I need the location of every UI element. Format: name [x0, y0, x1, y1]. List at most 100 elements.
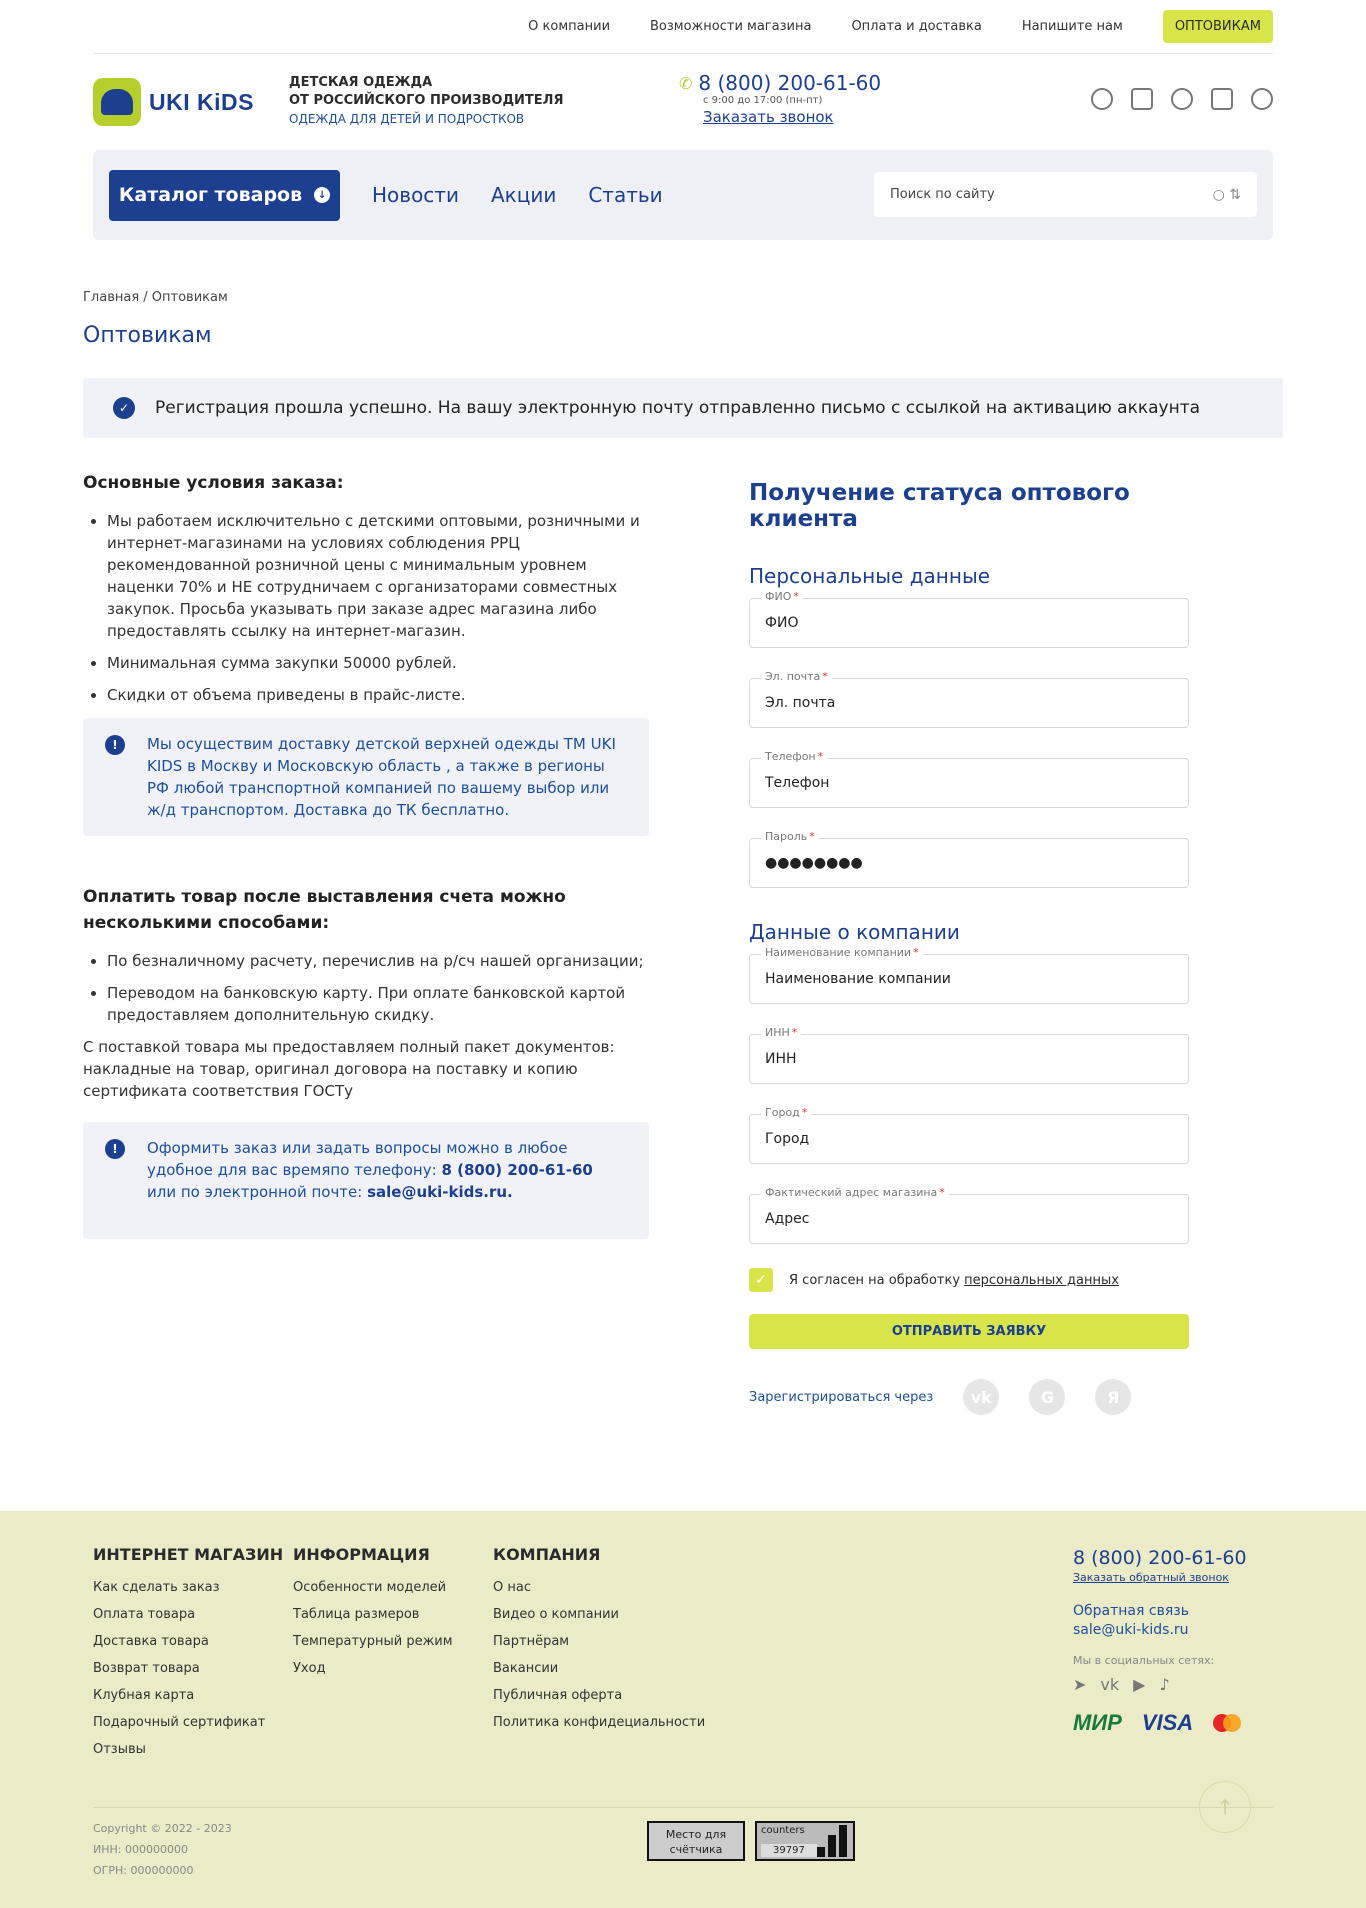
footer-link[interactable]: О нас: [493, 1574, 705, 1601]
company-input[interactable]: [749, 954, 1189, 1004]
footer-callback-link[interactable]: Заказать обратный звонок: [1073, 1571, 1247, 1584]
footer-link[interactable]: Видео о компании: [493, 1601, 705, 1628]
footer-link[interactable]: Подарочный сертификат: [93, 1709, 283, 1736]
tagline-line3: ОДЕЖДА ДЛЯ ДЕТЕЙ И ПОДРОСТКОВ: [289, 112, 525, 126]
footer-col-title: ИНФОРМАЦИЯ: [293, 1545, 430, 1564]
page-title: Оптовикам: [83, 323, 212, 348]
inn-input[interactable]: [749, 1034, 1189, 1084]
password-label: Пароль: [765, 830, 808, 843]
user-icon[interactable]: [1251, 88, 1273, 110]
footer-link[interactable]: Клубная карта: [93, 1682, 283, 1709]
phone-field: Телефон *: [749, 750, 1189, 808]
company-label: Наименование компании: [765, 946, 912, 959]
footer-divider: [93, 1807, 1273, 1808]
conditions-list: Мы работаем исключительно с детскими опт…: [83, 510, 649, 706]
callback-link[interactable]: Заказать звонок: [703, 108, 834, 126]
vk-icon[interactable]: vk: [963, 1379, 1000, 1415]
arrow-down-circle-icon: ↓: [314, 187, 331, 203]
vk-icon[interactable]: vk: [1100, 1675, 1119, 1694]
scroll-to-top-button[interactable]: ↑: [1199, 1781, 1251, 1833]
nav-news[interactable]: Новости: [372, 183, 459, 207]
footer-legal: Copyright © 2022 - 2023 ИНН: 000000000 О…: [93, 1818, 232, 1881]
footer-link[interactable]: Температурный режим: [293, 1628, 453, 1655]
personal-data-link[interactable]: персональных данных: [964, 1273, 1119, 1288]
footer-phone[interactable]: 8 (800) 200-61-60: [1073, 1547, 1247, 1569]
city-field: Город *: [749, 1106, 1189, 1164]
topnav-features[interactable]: Возможности магазина: [650, 19, 811, 34]
yandex-icon[interactable]: Я: [1095, 1379, 1132, 1415]
name-field: ФИО *: [749, 590, 1189, 648]
visit-counter[interactable]: counters 39797: [755, 1821, 855, 1861]
footer-link[interactable]: Оплата товара: [93, 1601, 283, 1628]
tiktok-icon[interactable]: ♪: [1159, 1675, 1169, 1694]
youtube-icon[interactable]: ▶: [1133, 1675, 1145, 1694]
phone-block: ✆ 8 (800) 200-61-60 с 9:00 до 17:00 (пн-п…: [679, 71, 881, 126]
footer-link[interactable]: Вакансии: [493, 1655, 705, 1682]
header-icons: [1091, 88, 1273, 110]
footer-email[interactable]: sale@uki-kids.ru: [1073, 1621, 1247, 1640]
email-input[interactable]: [749, 678, 1189, 728]
logo[interactable]: UKI KiDS: [93, 78, 289, 126]
heart-icon[interactable]: [1171, 88, 1193, 110]
contact-phone-link[interactable]: 8 (800) 200-61-60: [441, 1161, 592, 1179]
list-item: Переводом на банковскую карту. При оплат…: [107, 982, 649, 1026]
sort-icon[interactable]: ⇅: [1229, 187, 1241, 203]
counter-placeholder: Место для счётчика: [647, 1821, 745, 1861]
topnav-contact[interactable]: Напишите нам: [1022, 19, 1123, 34]
footer-link[interactable]: Как сделать заказ: [93, 1574, 283, 1601]
footer-col-info: ИНФОРМАЦИЯ Особенности моделей Таблица р…: [293, 1545, 453, 1682]
delivery-note-text: Мы осуществим доставку детской верхней о…: [147, 735, 616, 819]
footer-link[interactable]: Возврат товара: [93, 1655, 283, 1682]
company-field: Наименование компании *: [749, 946, 1189, 1004]
company-section-title: Данные о компании: [749, 920, 960, 944]
email-label: Эл. почта: [765, 670, 821, 683]
city-label: Город: [765, 1106, 800, 1119]
breadcrumb[interactable]: Главная / Оптовикам: [83, 290, 1283, 305]
google-icon[interactable]: G: [1029, 1379, 1066, 1415]
name-input[interactable]: [749, 598, 1189, 648]
location-icon[interactable]: [1091, 88, 1113, 110]
nav-promotions[interactable]: Акции: [491, 183, 556, 207]
nav-articles[interactable]: Статьи: [588, 183, 662, 207]
basket-icon[interactable]: [1211, 88, 1233, 110]
telegram-icon[interactable]: ➤: [1073, 1675, 1086, 1694]
topnav-about[interactable]: О компании: [528, 19, 610, 34]
footer-link[interactable]: Отзывы: [93, 1736, 283, 1763]
form-title: Получение статуса оптового клиента: [749, 480, 1130, 532]
counter-label: counters: [761, 1825, 805, 1836]
city-input[interactable]: [749, 1114, 1189, 1164]
personal-section-title: Персональные данные: [749, 564, 991, 588]
contact-email-link[interactable]: sale@uki-kids.ru.: [367, 1183, 513, 1201]
footer-link[interactable]: Особенности моделей: [293, 1574, 453, 1601]
consent-row: ✓ Я согласен на обработку персональных д…: [749, 1268, 1189, 1292]
inn-label: ИНН: [765, 1026, 790, 1039]
success-message: ✓ Регистрация прошла успешно. На вашу эл…: [83, 378, 1283, 438]
list-item: По безналичному расчету, перечислив на р…: [107, 950, 649, 972]
info-icon: !: [105, 1139, 125, 1159]
footer-link[interactable]: Публичная оферта: [493, 1682, 705, 1709]
footer-link[interactable]: Доставка товара: [93, 1628, 283, 1655]
address-input[interactable]: [749, 1194, 1189, 1244]
topnav-wholesale-button[interactable]: ОПТОВИКАМ: [1162, 10, 1273, 43]
header-phone[interactable]: 8 (800) 200-61-60: [698, 71, 881, 95]
search-icon[interactable]: ○: [1213, 187, 1225, 203]
footer-link[interactable]: Политика конфидециальности: [493, 1709, 705, 1736]
consent-checkbox[interactable]: ✓: [749, 1268, 773, 1292]
phone-input[interactable]: [749, 758, 1189, 808]
delivery-icon[interactable]: [1131, 88, 1153, 110]
email-field: Эл. почта *: [749, 670, 1189, 728]
footer-col-title: КОМПАНИЯ: [493, 1545, 601, 1564]
mastercard-icon: [1213, 1714, 1242, 1732]
password-input[interactable]: [749, 838, 1189, 888]
list-item: Мы работаем исключительно с детскими опт…: [107, 510, 649, 642]
password-field: Пароль *: [749, 830, 1189, 888]
inn-field: ИНН *: [749, 1026, 1189, 1084]
submit-button[interactable]: ОТПРАВИТЬ ЗАЯВКУ: [749, 1314, 1189, 1349]
footer-link[interactable]: Таблица размеров: [293, 1601, 453, 1628]
footer-link[interactable]: Уход: [293, 1655, 453, 1682]
search-input[interactable]: Поиск по сайту ○ ⇅: [874, 172, 1257, 217]
topnav-payment-delivery[interactable]: Оплата и доставка: [851, 19, 981, 34]
footer-link[interactable]: Партнёрам: [493, 1628, 705, 1655]
ogrn-text: ОГРН: 000000000: [93, 1864, 194, 1877]
catalog-button[interactable]: Каталог товаров ↓: [109, 169, 340, 221]
